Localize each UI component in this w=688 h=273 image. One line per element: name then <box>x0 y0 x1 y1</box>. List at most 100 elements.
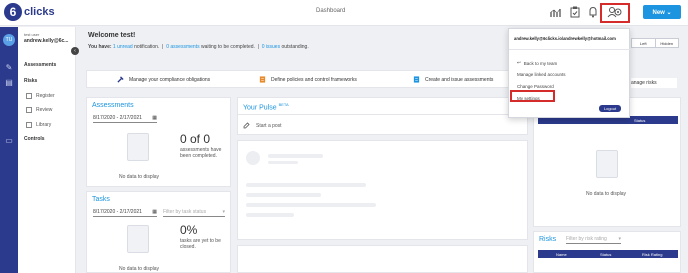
assessments-link[interactable]: 0 assessments <box>166 44 199 50</box>
top-bar: 6 clicks Dashboard New ⌄ <box>0 0 688 26</box>
change-password[interactable]: Change Password <box>517 84 554 89</box>
skeleton-line <box>246 183 366 187</box>
left-rail: TU ✎ ▤ ▭ <box>0 27 18 273</box>
menu-divider <box>509 49 631 50</box>
logout-button[interactable]: Logout <box>599 105 621 112</box>
assessment-form-icon <box>413 76 420 83</box>
quick-action-compliance-label: Manage your compliance obligations <box>129 76 211 83</box>
nav-panel: test user andrew.kelly@6c... ‹ Assessmen… <box>18 27 79 273</box>
nav-review[interactable]: Review <box>26 107 52 113</box>
clipboard-check-icon[interactable] <box>567 5 583 19</box>
tasks-date-range[interactable]: 8/17/2020 - 2/17/2021 ▦ <box>93 208 157 217</box>
quick-action-policies[interactable]: Define policies and control frameworks <box>259 76 357 83</box>
start-post-label: Start a post <box>256 122 282 129</box>
nav-review-label: Review <box>36 107 53 113</box>
status-line: You have: 1 unread notification. | 0 ass… <box>88 44 309 50</box>
tasks-card: Tasks 8/17/2020 - 2/17/2021 ▦ Filter by … <box>86 191 231 273</box>
document-icon[interactable]: ▭ <box>4 135 14 145</box>
tasks-nodata: No data to display <box>119 266 160 272</box>
chevron-down-icon: ▾ <box>222 209 225 215</box>
empty-document-illustration <box>596 150 618 178</box>
collapse-sidebar-button[interactable]: ‹ <box>71 47 79 55</box>
risks-card-title: Risks <box>539 236 557 243</box>
calendar-icon: ▦ <box>152 115 157 121</box>
risks-table-header: Name Status Risk Rating <box>538 250 678 258</box>
skeleton-line <box>246 203 376 207</box>
assessments-card: Assessments 8/17/2020 - 2/17/2021 ▦ 0 of… <box>86 97 231 187</box>
nav-library-label: Library <box>36 122 52 128</box>
user-role-label: test user <box>24 32 40 37</box>
review-icon <box>26 107 32 113</box>
tasks-desc: tasks are yet to be closed. <box>180 238 221 250</box>
nav-risks[interactable]: Risks <box>24 78 37 84</box>
quick-actions-bar: Manage your compliance obligations Defin… <box>86 70 528 88</box>
nav-controls[interactable]: Controls <box>24 136 45 142</box>
tasks-card-title: Tasks <box>92 196 110 203</box>
outstanding-text: outstanding. <box>281 44 309 50</box>
unread-link[interactable]: 1 unread <box>113 44 133 50</box>
empty-document-illustration <box>127 225 149 253</box>
toggle-left[interactable]: Left <box>632 39 655 47</box>
pulse-title: Your Pulse BETA <box>243 102 289 111</box>
back-to-team[interactable]: ↩ Back to my team <box>517 60 557 66</box>
page-title: Dashboard <box>316 8 346 14</box>
toggle-hidden[interactable]: Hidden <box>654 39 679 47</box>
assessment-edit-icon[interactable]: ✎ <box>4 62 14 72</box>
risk-chart-icon[interactable]: ▤ <box>4 77 14 87</box>
empty-document-illustration <box>127 133 149 161</box>
assessments-date-text: 8/17/2020 - 2/17/2021 <box>93 115 142 121</box>
start-post-button[interactable]: Start a post <box>243 122 282 129</box>
nav-library[interactable]: Library <box>26 122 51 128</box>
task-status-filter-placeholder: Filter by task status <box>163 209 207 215</box>
tasks-percent: 0% <box>180 223 198 237</box>
pulse-card: Your Pulse BETA Start a post <box>237 97 529 135</box>
assessments-date-range[interactable]: 8/17/2020 - 2/17/2021 ▦ <box>93 114 157 123</box>
bell-icon[interactable] <box>585 5 601 19</box>
pulse-divider <box>238 114 529 115</box>
risk-rating-filter[interactable]: Filter by risk rating ▾ <box>566 235 621 244</box>
col-status: Status <box>600 251 612 257</box>
calendar-icon: ▦ <box>152 209 157 215</box>
library-icon <box>26 122 32 128</box>
issues-link[interactable]: 0 issues <box>262 44 280 50</box>
skeleton-line <box>246 193 321 197</box>
task-status-filter[interactable]: Filter by task status ▾ <box>163 208 225 217</box>
logo-text: clicks <box>24 6 55 18</box>
quick-action-assessments[interactable]: Create and issue assessments <box>413 76 493 83</box>
manage-linked-accounts[interactable]: Manage linked accounts <box>517 72 566 77</box>
avatar[interactable]: TU <box>3 34 15 46</box>
pulse-title-text: Your Pulse <box>243 104 277 112</box>
pulse-post-placeholder-2 <box>237 245 528 273</box>
my-settings-highlight <box>510 90 555 102</box>
account-icon-highlight <box>600 3 630 23</box>
assessments-desc: assessments have been completed. <box>180 147 222 159</box>
logo[interactable]: 6 clicks <box>4 3 55 21</box>
nav-register-label: Register <box>36 93 55 99</box>
quick-action-risks-label: anage risks <box>631 80 657 86</box>
account-menu: andrew.kelly@6clicks.io\andrewkelly@hotm… <box>508 28 631 118</box>
assessments-count: 0 of 0 <box>180 132 211 146</box>
nav-register[interactable]: Register <box>26 93 55 99</box>
assessments-card-title: Assessments <box>92 102 134 109</box>
back-arrow-icon: ↩ <box>517 60 521 65</box>
register-icon <box>26 93 32 99</box>
nav-assessments[interactable]: Assessments <box>24 62 56 68</box>
chevron-down-icon: ▾ <box>618 236 621 242</box>
logo-mark: 6 <box>4 3 22 21</box>
skeleton-avatar <box>246 151 260 165</box>
new-button[interactable]: New ⌄ <box>643 5 681 19</box>
right-nodata: No data to display <box>586 191 627 197</box>
assessments-nodata: No data to display <box>119 174 160 180</box>
analytics-chart-icon[interactable] <box>548 5 564 19</box>
pencil-icon <box>243 122 250 129</box>
skeleton-line <box>268 154 323 158</box>
skeleton-line <box>246 213 294 217</box>
beta-badge: BETA <box>278 102 289 107</box>
quick-action-risks[interactable]: anage risks <box>631 78 677 88</box>
notification-text: notification. <box>134 44 160 50</box>
pulse-post-placeholder <box>237 140 528 240</box>
quick-action-compliance[interactable]: Manage your compliance obligations <box>117 76 210 83</box>
quick-action-assessments-label: Create and issue assessments <box>425 76 494 83</box>
back-to-team-label: Back to my team <box>523 60 558 66</box>
col-status: Status <box>634 117 646 123</box>
